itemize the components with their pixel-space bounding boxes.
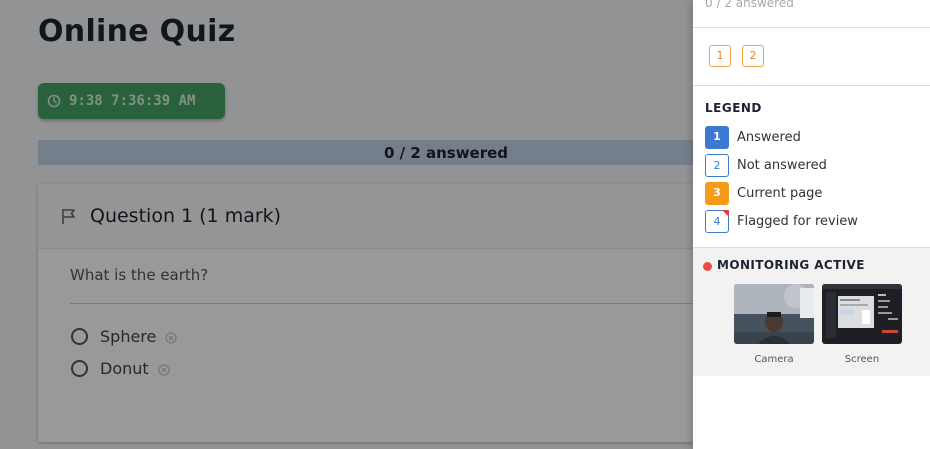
drawer-progress-text: 0 / 2 answered: [705, 0, 794, 10]
screen-preview: [822, 284, 902, 344]
legend-swatch: 2: [705, 154, 729, 177]
recording-dot-icon: [703, 262, 712, 271]
question-nav-button-1[interactable]: 1: [709, 45, 731, 67]
screen-label: Screen: [844, 354, 880, 365]
legend-label: Answered: [737, 130, 801, 145]
legend-swatch-number: 4: [713, 215, 721, 228]
monitoring-panel: MONITORING ACTIVE Camera Screen: [693, 248, 930, 376]
legend-title: LEGEND: [705, 101, 762, 115]
camera-label: Camera: [754, 354, 794, 365]
camera-feed-image: [734, 284, 814, 344]
legend-label: Current page: [737, 186, 823, 201]
flag-corner-icon: [722, 210, 729, 217]
quiz-navigation-drawer: 0 / 2 answered 1 2 LEGEND 1 Answered 2 N…: [693, 0, 930, 449]
question-nav-button-2[interactable]: 2: [742, 45, 764, 67]
legend-swatch: 4: [705, 210, 729, 233]
legend-swatch: 3: [705, 182, 729, 205]
legend-label: Flagged for review: [737, 214, 858, 229]
camera-preview: [734, 284, 814, 344]
legend-swatch: 1: [705, 126, 729, 149]
screen-feed-image: [822, 284, 902, 344]
monitoring-title: MONITORING ACTIVE: [717, 258, 865, 272]
divider: [693, 85, 930, 86]
divider: [693, 27, 930, 28]
legend-label: Not answered: [737, 158, 827, 173]
